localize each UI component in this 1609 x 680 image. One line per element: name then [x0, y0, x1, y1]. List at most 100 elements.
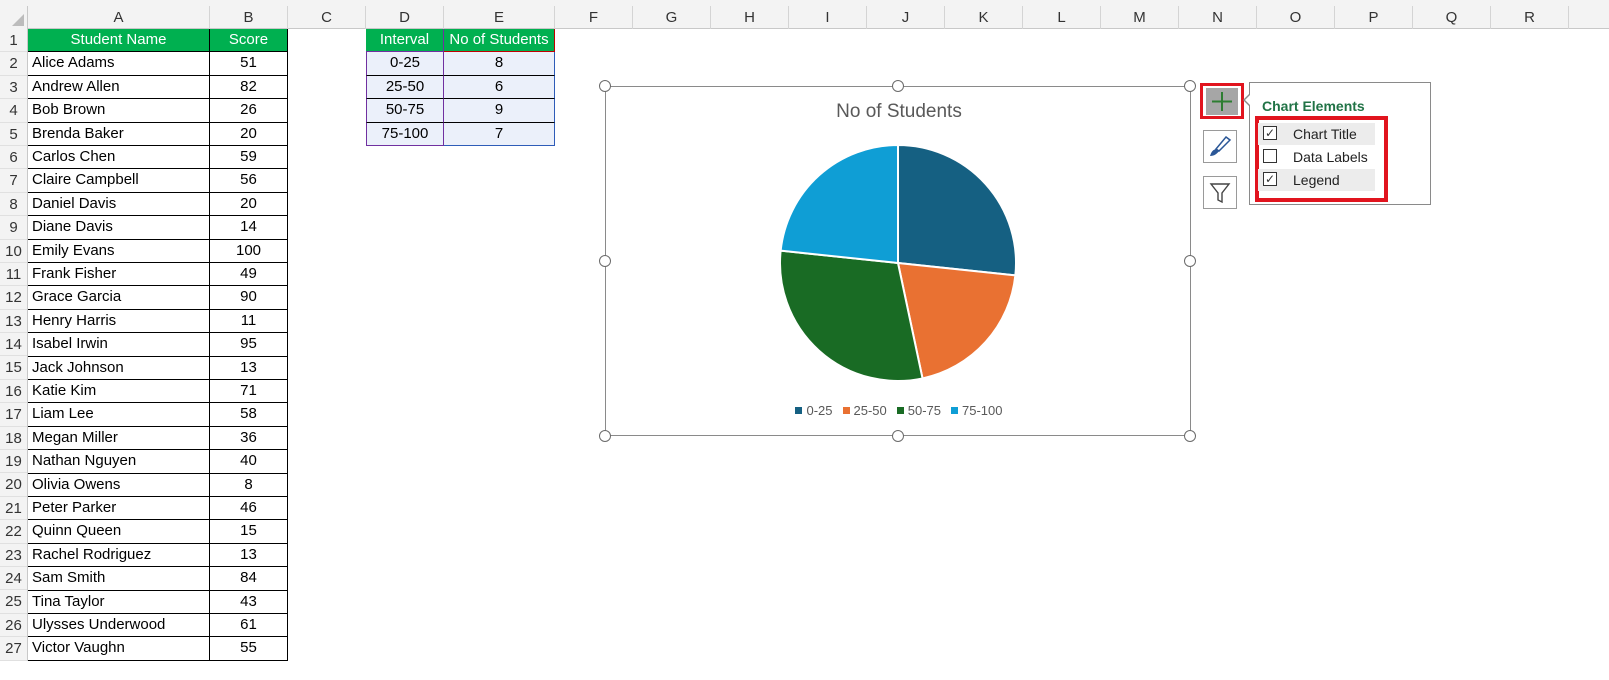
student-name-cell[interactable]: Alice Adams	[28, 52, 210, 76]
column-header[interactable]: Q	[1413, 6, 1491, 29]
select-all-corner[interactable]	[0, 6, 28, 29]
score-cell[interactable]: 95	[210, 333, 288, 357]
row-header[interactable]: 4	[0, 99, 27, 123]
score-cell[interactable]: 11	[210, 309, 288, 334]
column-header[interactable]: G	[633, 6, 711, 29]
interval-cell[interactable]: 25-50	[366, 75, 444, 100]
student-name-cell[interactable]: Daniel Davis	[28, 192, 210, 217]
student-name-cell[interactable]: Isabel Irwin	[28, 333, 210, 357]
row-header[interactable]: 19	[0, 450, 27, 474]
student-name-cell[interactable]: Jack Johnson	[28, 356, 210, 380]
row-header[interactable]: 24	[0, 567, 27, 591]
row-header[interactable]: 21	[0, 497, 27, 521]
score-cell[interactable]: 20	[210, 192, 288, 217]
column-header[interactable]: R	[1491, 6, 1569, 29]
row-header[interactable]: 5	[0, 123, 27, 146]
student-name-cell[interactable]: Quinn Queen	[28, 520, 210, 544]
score-cell[interactable]: 46	[210, 497, 288, 521]
score-cell[interactable]: 82	[210, 75, 288, 100]
column-header[interactable]: L	[1023, 6, 1101, 29]
legend-item[interactable]: 75-100	[951, 403, 1003, 418]
row-header[interactable]: 18	[0, 427, 27, 451]
interval-cell[interactable]: 75-100	[366, 122, 444, 146]
score-cell[interactable]: 26	[210, 99, 288, 123]
score-cell[interactable]: 15	[210, 520, 288, 544]
row-header[interactable]: 14	[0, 333, 27, 357]
column-header[interactable]: B	[210, 6, 288, 29]
row-header[interactable]: 7	[0, 169, 27, 193]
column-header[interactable]: I	[789, 6, 867, 29]
row-header[interactable]: 10	[0, 240, 27, 263]
score-cell[interactable]: 59	[210, 146, 288, 170]
pie-chart[interactable]: No of Students 0-25 25-50 50-75 75-100	[605, 86, 1191, 436]
score-cell[interactable]: 13	[210, 543, 288, 568]
chart-styles-button[interactable]	[1203, 130, 1237, 163]
resize-handle-bottom-right[interactable]	[1184, 430, 1196, 442]
chart-title-checkbox[interactable]: ✓	[1263, 126, 1277, 140]
resize-handle-middle-left[interactable]	[599, 255, 611, 267]
column-header[interactable]: M	[1101, 6, 1179, 29]
legend-item[interactable]: 50-75	[896, 403, 941, 418]
student-name-cell[interactable]: Nathan Nguyen	[28, 450, 210, 474]
score-cell[interactable]: 55	[210, 637, 288, 661]
row-header[interactable]: 16	[0, 380, 27, 404]
score-cell[interactable]: 56	[210, 169, 288, 193]
data-labels-checkbox[interactable]	[1263, 149, 1277, 163]
pie-slice-0-25[interactable]	[897, 143, 1017, 277]
score-cell[interactable]: 100	[210, 239, 288, 263]
count-header[interactable]: No of Students	[444, 29, 555, 53]
score-cell[interactable]: 51	[210, 52, 288, 76]
row-header[interactable]: 17	[0, 403, 27, 427]
row-header[interactable]: 3	[0, 76, 27, 100]
resize-handle-top-left[interactable]	[599, 80, 611, 92]
column-header[interactable]: F	[555, 6, 633, 29]
student-name-cell[interactable]: Bob Brown	[28, 99, 210, 123]
row-header[interactable]: 23	[0, 544, 27, 567]
chart-filters-button[interactable]	[1203, 176, 1237, 209]
chart-elements-button[interactable]	[1200, 83, 1244, 119]
resize-handle-bottom-left[interactable]	[599, 430, 611, 442]
row-header[interactable]: 6	[0, 146, 27, 170]
row-header[interactable]: 11	[0, 263, 27, 287]
resize-handle-top-middle[interactable]	[892, 80, 904, 92]
score-cell[interactable]: 14	[210, 216, 288, 240]
column-header[interactable]: J	[867, 6, 945, 29]
student-name-cell[interactable]: Grace Garcia	[28, 286, 210, 310]
legend-checkbox[interactable]: ✓	[1263, 172, 1277, 186]
interval-header[interactable]: Interval	[366, 29, 444, 53]
row-header[interactable]: 20	[0, 473, 27, 497]
row-header[interactable]: 22	[0, 520, 27, 544]
resize-handle-top-right[interactable]	[1184, 80, 1196, 92]
student-name-cell[interactable]: Henry Harris	[28, 309, 210, 334]
student-name-cell[interactable]: Claire Campbell	[28, 169, 210, 193]
count-cell[interactable]: 8	[444, 52, 555, 76]
student-name-cell[interactable]: Emily Evans	[28, 239, 210, 263]
score-cell[interactable]: 84	[210, 567, 288, 591]
score-cell[interactable]: 71	[210, 380, 288, 404]
student-name-cell[interactable]: Brenda Baker	[28, 122, 210, 146]
row-header[interactable]: 12	[0, 286, 27, 310]
score-cell[interactable]: 43	[210, 590, 288, 614]
row-header[interactable]: 26	[0, 614, 27, 638]
student-name-cell[interactable]: Tina Taylor	[28, 590, 210, 614]
row-header[interactable]: 2	[0, 52, 27, 76]
column-header[interactable]: N	[1179, 6, 1257, 29]
column-header[interactable]: C	[288, 6, 366, 29]
score-cell[interactable]: 8	[210, 473, 288, 497]
student-name-cell[interactable]: Peter Parker	[28, 497, 210, 521]
interval-cell[interactable]: 0-25	[366, 52, 444, 76]
student-name-cell[interactable]: Diane Davis	[28, 216, 210, 240]
resize-handle-bottom-middle[interactable]	[892, 430, 904, 442]
student-name-cell[interactable]: Carlos Chen	[28, 146, 210, 170]
student-name-cell[interactable]: Sam Smith	[28, 567, 210, 591]
student-name-header[interactable]: Student Name	[28, 29, 210, 53]
student-name-cell[interactable]: Liam Lee	[28, 403, 210, 427]
student-name-cell[interactable]: Katie Kim	[28, 380, 210, 404]
row-header[interactable]: 13	[0, 310, 27, 334]
row-header[interactable]: 27	[0, 637, 27, 661]
option-data-labels[interactable]: Data Labels	[1258, 146, 1375, 168]
score-cell[interactable]: 90	[210, 286, 288, 310]
score-header[interactable]: Score	[210, 29, 288, 53]
score-cell[interactable]: 61	[210, 614, 288, 638]
student-name-cell[interactable]: Ulysses Underwood	[28, 614, 210, 638]
